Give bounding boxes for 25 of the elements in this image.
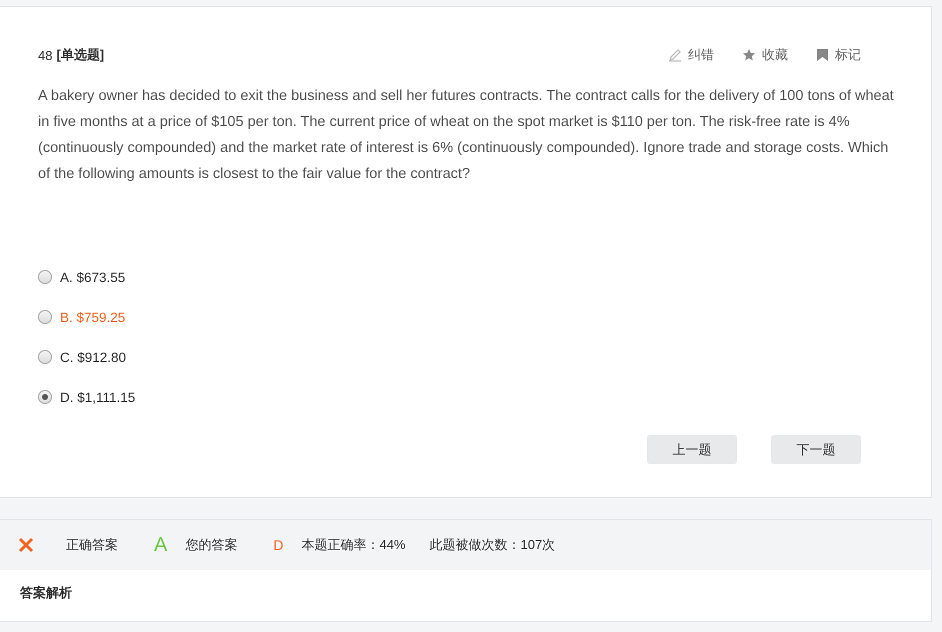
attempts-text: 此题被做次数：107次 [430, 536, 556, 554]
your-answer: D [273, 537, 284, 553]
correct-answer-label: 正确答案 [66, 536, 118, 554]
answer-option[interactable]: A. $673.55 [38, 267, 893, 287]
radio-button[interactable] [38, 310, 52, 324]
answer-option[interactable]: D. $1,111.15 [38, 387, 893, 407]
star-icon [742, 48, 756, 62]
radio-button[interactable] [38, 350, 52, 364]
previous-button[interactable]: 上一题 [647, 435, 737, 464]
radio-button[interactable] [38, 390, 52, 404]
analysis-title: 答案解析 [20, 585, 72, 600]
next-button[interactable]: 下一题 [771, 435, 861, 464]
accuracy-text: 本题正确率：44% [301, 536, 406, 554]
pencil-icon [668, 48, 682, 62]
star-link[interactable]: 收藏 [742, 46, 788, 64]
edit-link[interactable]: 纠错 [668, 46, 714, 64]
question-type: [单选题] [56, 46, 104, 64]
bookmark-icon [816, 48, 829, 62]
correct-answer: A [154, 534, 168, 556]
flag-link[interactable]: 标记 [816, 46, 861, 64]
answer-option[interactable]: C. $912.80 [38, 347, 893, 367]
your-answer-label: 您的答案 [185, 536, 238, 554]
question-text: A bakery owner has decided to exit the business and sell her futures contracts. The contract calls for the delivery of 100 tons of wheat in five months at a price of $105 per ton. The current price of wheat on the spot market is $110 per ton. The risk-free rate is 4% (continuously compounded) and the market rate of interest is 6% (continuously compounded). Ignore trade and storage costs. Which of the following amounts is closest to the fair value for the contract? [38, 87, 895, 184]
question-number: 48 [38, 48, 52, 62]
radio-button[interactable] [38, 270, 52, 284]
